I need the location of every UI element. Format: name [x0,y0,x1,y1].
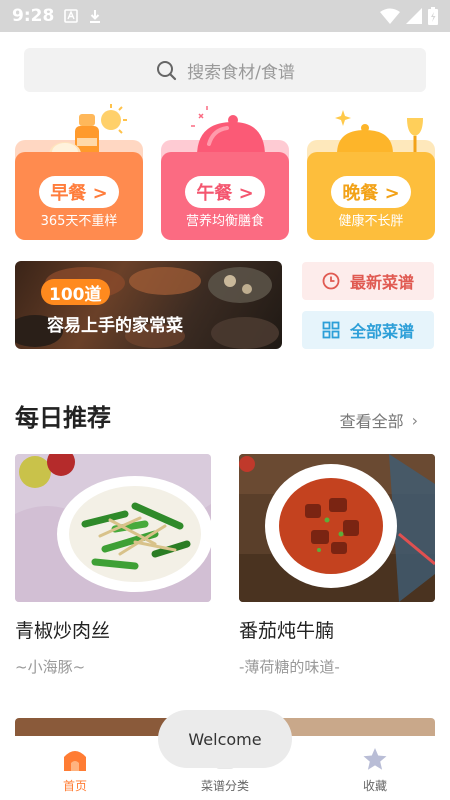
breakfast-label: 早餐 > [39,176,119,208]
tab-home[interactable]: 首页 [0,736,150,800]
latest-recipes-button[interactable]: 最新菜谱 [302,262,434,300]
recipe-title-2[interactable]: 番茄炖牛腩 [239,616,334,643]
breakfast-subtitle: 365天不重样 [40,214,118,229]
all-recipes-label: 全部菜谱 [349,322,414,341]
pepper-pork-photo [15,454,211,602]
see-all-label: 查看全部 [339,412,404,431]
recipe-photo-pepper-pork[interactable] [15,454,211,602]
app-notification-icon [64,9,79,23]
recipe-photo-tomato-beef[interactable] [239,454,435,602]
home-cooking-banner[interactable]: 100道 容易上手的家常菜 [15,261,282,349]
breakfast-card[interactable]: 早餐 > 365天不重样 [15,104,143,242]
welcome-toast: Welcome [158,710,292,768]
recipe-author-1: ~小海豚~ [15,658,86,676]
tab-category-label: 菜谱分类 [200,779,249,793]
tab-favorites[interactable]: 收藏 [300,736,450,800]
home-icon [64,751,86,771]
tab-favorites-label: 收藏 [362,779,387,793]
tomato-beef-photo [239,454,435,602]
banner-caption: 容易上手的家常菜 [47,316,183,336]
recipe-title-1[interactable]: 青椒炒肉丝 [15,616,110,643]
see-all-link[interactable]: 查看全部 › [340,408,418,432]
tab-home-label: 首页 [62,779,87,793]
search-placeholder: 搜索食材/食谱 [187,62,295,83]
wifi-icon [380,8,400,24]
banner-count-badge: 100道 [41,279,110,305]
lunch-card[interactable]: 午餐 > 营养均衡膳食 [161,104,289,242]
recipe-author-2: -薄荷糖的味道- [239,658,340,676]
clock-icon [322,272,340,290]
signal-icon [406,8,422,24]
section-title: 每日推荐 [15,404,111,432]
chevron-right-icon: › [411,410,418,430]
download-icon [90,10,101,23]
status-time: 9:28 [12,6,55,26]
all-recipes-button[interactable]: 全部菜谱 [302,311,434,349]
status-bar: 9:28 [0,0,450,32]
lunch-label: 午餐 > [185,176,265,208]
dinner-label: 晚餐 > [331,176,411,208]
dinner-card[interactable]: 晚餐 > 健康不长胖 [307,104,435,242]
dinner-subtitle: 健康不长胖 [338,214,404,229]
search-bar[interactable]: 搜索食材/食谱 [24,48,426,92]
star-icon [363,748,387,770]
lunch-subtitle: 营养均衡膳食 [185,214,264,229]
search-icon [157,61,177,81]
battery-icon [428,7,438,25]
latest-recipes-label: 最新菜谱 [349,273,414,292]
grid-icon [322,321,340,339]
